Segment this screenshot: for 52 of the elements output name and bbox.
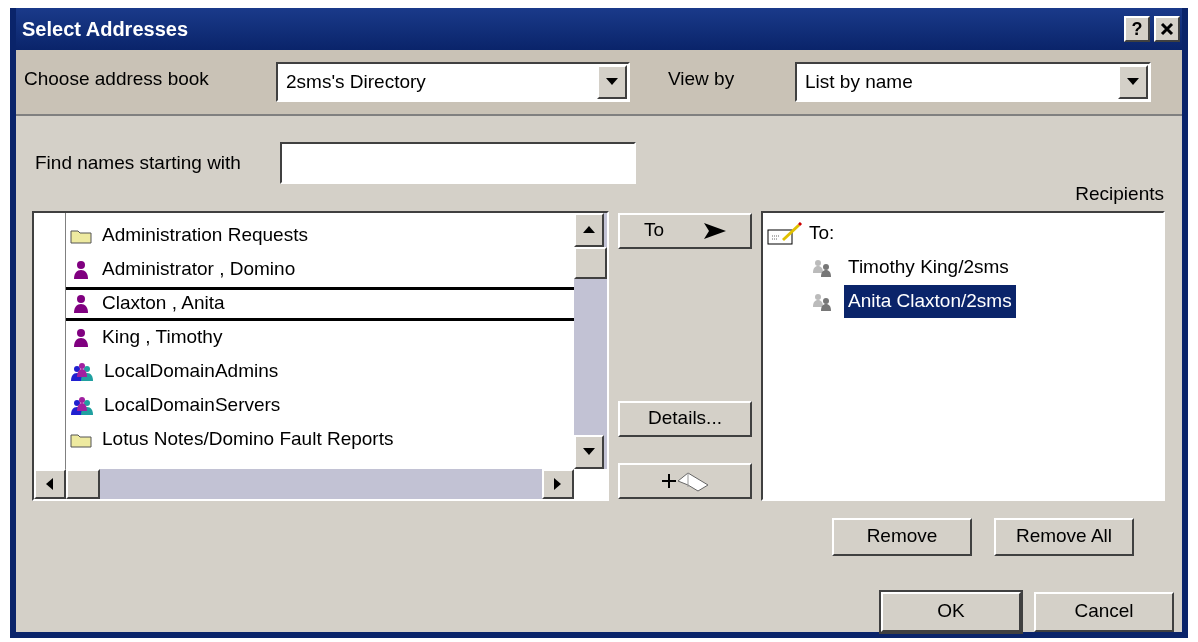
address-list-item[interactable]: King , Timothy [66,320,574,355]
scroll-thumb[interactable] [66,468,100,499]
window-title: Select Addresses [22,17,188,42]
recipients-label: Recipients [1075,182,1164,206]
remove-button[interactable]: Remove [832,517,972,556]
help-button[interactable]: ? [1124,16,1150,42]
people-icon [812,258,834,277]
view-by-label: View by [668,66,736,91]
close-button[interactable] [1154,16,1180,42]
up-arrow-icon [583,225,595,234]
to-button[interactable]: To [618,212,752,249]
vertical-scrollbar[interactable] [574,212,607,469]
horizontal-scrollbar[interactable] [34,468,574,499]
add-to-address-book-button[interactable] [618,462,752,499]
address-list-item[interactable]: Claxton , Anita [66,286,574,321]
folder-icon [70,227,92,244]
envelope-pencil-icon [767,221,803,246]
address-list-item[interactable]: LocalDomainServers [66,388,574,423]
recipient-item[interactable]: Timothy King/2sms [844,251,1013,284]
down-arrow-icon [1127,78,1139,86]
scroll-thumb[interactable] [574,246,607,279]
people-icon [70,395,94,416]
folder-icon [70,431,92,448]
down-arrow-icon [583,447,595,456]
cancel-button[interactable]: Cancel [1034,591,1174,632]
address-list-item[interactable]: Lotus Notes/Domino Fault Reports [66,422,574,457]
address-list-item[interactable]: LocalDomainAdmins [66,354,574,389]
address-book-dropdown[interactable]: 2sms's Directory [276,62,630,102]
left-arrow-icon [46,477,54,490]
remove-button[interactable]: Remove All [994,517,1134,556]
find-field[interactable] [280,142,636,184]
dropdown-button[interactable] [597,65,627,99]
down-arrow-icon [606,78,618,86]
address-list-item[interactable]: Administration Requests [66,218,574,253]
people-icon [812,292,834,311]
close-icon [1160,22,1174,36]
find-label: Find names starting with [35,150,242,175]
details-button[interactable]: Details... [618,400,752,437]
scroll-left-button[interactable] [34,468,66,499]
scroll-right-button[interactable] [542,468,574,499]
address-list-item[interactable]: Administrator , Domino [66,252,574,287]
recipient-group-label: To: [809,221,835,246]
ok-button[interactable]: OK [881,591,1021,632]
people-icon [70,361,94,382]
address-book-label: Choose address book [24,66,210,91]
recipient-item[interactable]: Anita Claxton/2sms [844,285,1016,318]
right-arrow-icon [554,477,562,490]
dropdown-button[interactable] [1118,65,1148,99]
arrow-icon [704,222,727,239]
scroll-up-button[interactable] [574,212,604,247]
view-by-dropdown[interactable]: List by name [795,62,1151,102]
scroll-down-button[interactable] [574,434,604,469]
